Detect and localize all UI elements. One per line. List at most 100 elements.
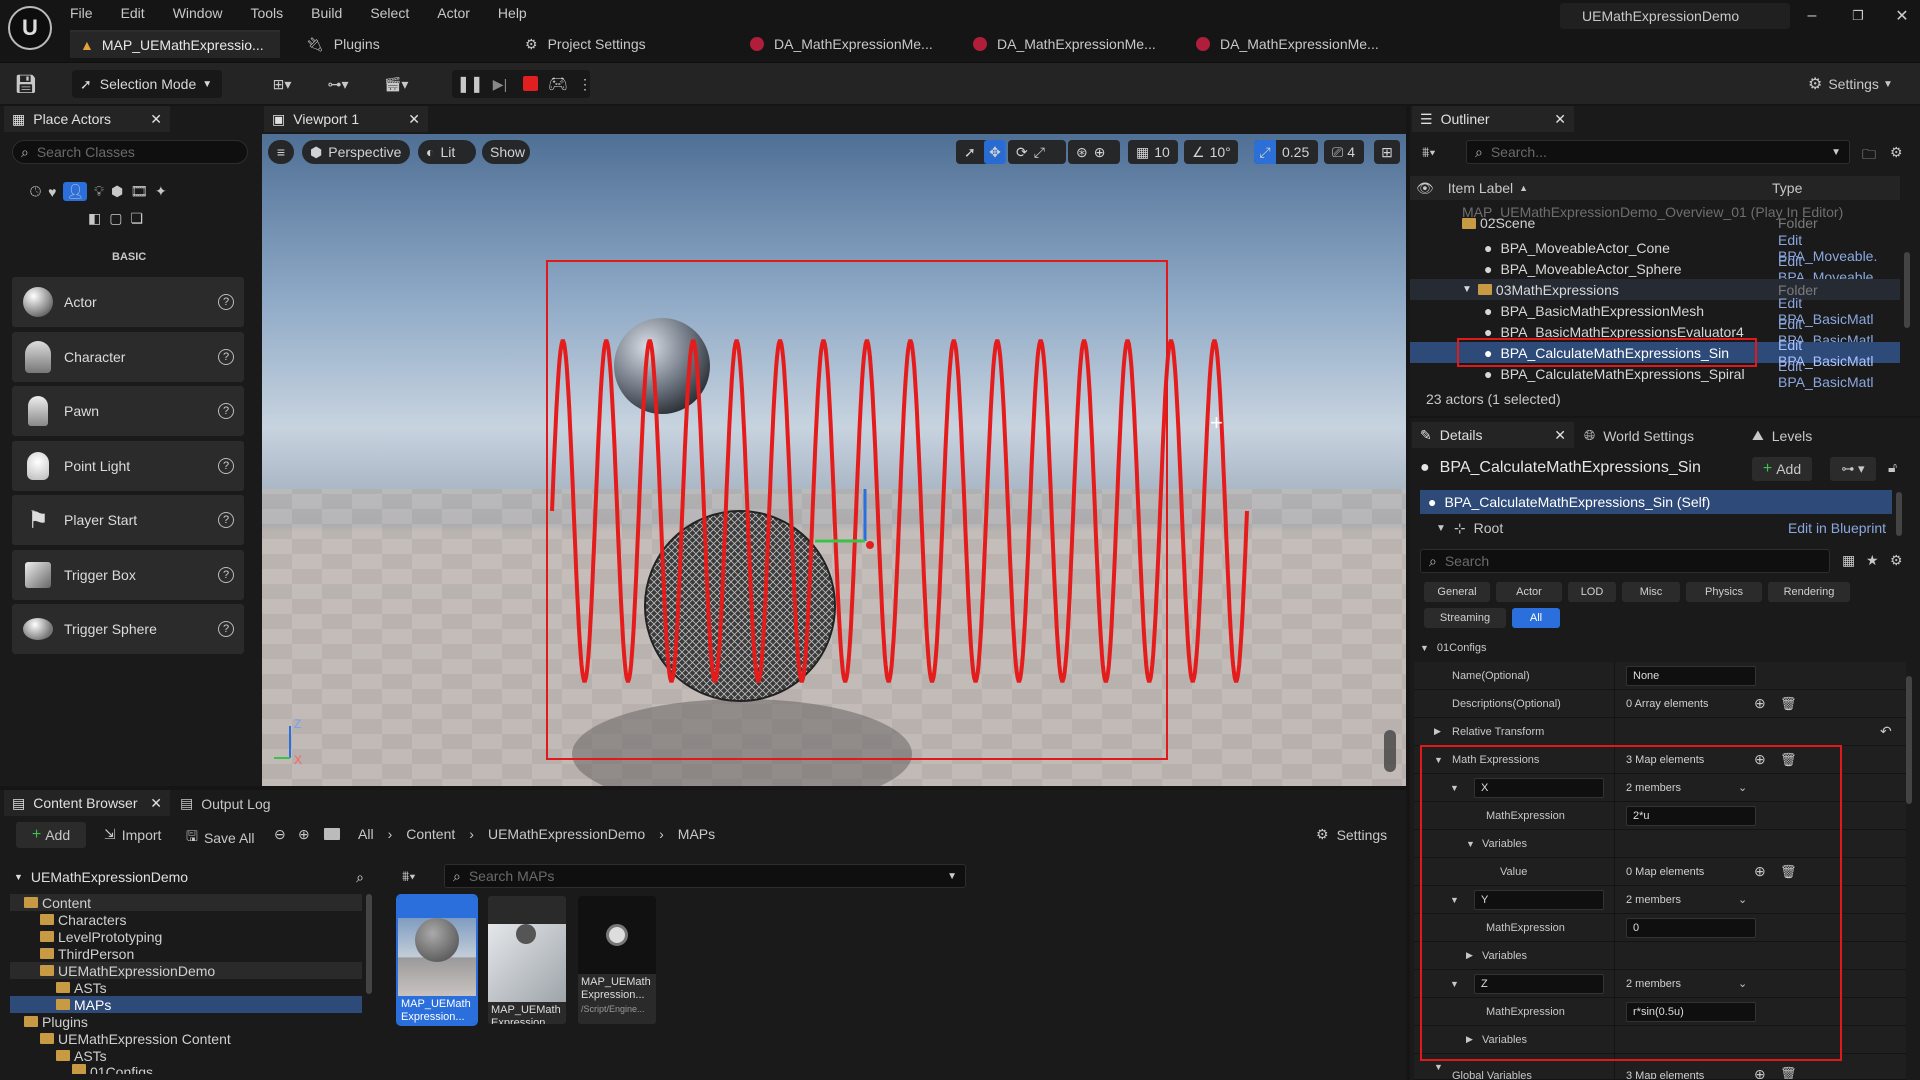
surface-snap-icon[interactable]: ⊛ — [1076, 144, 1088, 161]
outliner-row-sphere[interactable]: ● BPA_MoveableActor_Sphere Edit BPA_Movea… — [1410, 253, 1900, 285]
add-element-icon[interactable]: ⊕ — [1754, 1066, 1766, 1079]
actor-item-trigger-box[interactable]: Trigger Box ? — [12, 550, 244, 600]
edit-in-blueprint-link[interactable]: Edit in Blueprint — [1788, 520, 1886, 536]
category-lod[interactable]: LOD — [1568, 582, 1616, 602]
section-01configs[interactable]: ▼ 01Configs — [1414, 637, 1904, 659]
actor-item-trigger-sphere[interactable]: Trigger Sphere ? — [12, 604, 244, 654]
place-actors-tab[interactable]: ▦ Place Actors ✕ — [4, 106, 170, 132]
components-scrollbar[interactable] — [1896, 492, 1902, 536]
tab-data-asset-3[interactable]: DA_MathExpressionMe... — [1186, 30, 1389, 58]
world-local-icon[interactable]: ⊕ — [1094, 144, 1106, 161]
name-input[interactable]: None — [1626, 665, 1756, 686]
breadcrumb-maps[interactable]: MAPs — [678, 826, 715, 842]
chevron-down-icon[interactable]: ▼ — [1462, 284, 1472, 295]
minimize-icon[interactable]: – — [1800, 6, 1824, 26]
visibility-icon[interactable]: 👁︎ — [1416, 180, 1434, 197]
level-viewport[interactable]: + Z X — [262, 134, 1406, 786]
close-icon[interactable]: ✕ — [150, 795, 162, 812]
content-browser-tab[interactable]: ▤ Content Browser ✕ — [4, 790, 170, 816]
visual-effects-icon[interactable]: ✦ — [155, 183, 167, 200]
close-icon[interactable]: ✕ — [408, 111, 420, 128]
lit-button[interactable]: ◐ Lit — [418, 140, 476, 164]
menu-edit[interactable]: Edit — [121, 5, 145, 21]
lock-icon[interactable]: 🔓︎ — [1888, 459, 1897, 476]
help-icon[interactable]: ? — [218, 512, 234, 528]
help-icon[interactable]: ? — [218, 567, 234, 583]
pause-icon[interactable]: ❚❚ — [457, 74, 484, 94]
tree-item-uemathexpressiondemo[interactable]: UEMathExpressionDemo — [10, 962, 362, 979]
asset-tile-3[interactable]: MAP_UEMath Expression... /Script/Engine.… — [578, 896, 656, 1024]
blueprint-icon[interactable]: ⊶▾ — [318, 74, 358, 94]
prop-relative-transform[interactable]: ▶ Relative Transform ↶ — [1414, 718, 1906, 746]
all-classes-icon[interactable]: ❏ — [130, 210, 143, 227]
save-all-button[interactable]: 🖫︎ Save All — [186, 826, 255, 850]
category-physics[interactable]: Physics — [1686, 582, 1762, 602]
sources-scrollbar[interactable] — [366, 894, 372, 994]
table-view-icon[interactable]: ▦ — [1842, 552, 1855, 569]
world-settings-tab[interactable]: 🌐︎ World Settings — [1584, 427, 1694, 444]
menu-window[interactable]: Window — [173, 5, 223, 21]
tree-item-content[interactable]: Content — [10, 894, 362, 911]
blueprint-options-icon[interactable]: ⊶ ▾ — [1830, 457, 1876, 481]
asset-tile-1[interactable]: MAP_UEMath Expression... Level — [396, 894, 478, 1026]
outliner-scrollbar[interactable] — [1904, 252, 1910, 328]
show-button[interactable]: Show — [482, 140, 530, 164]
close-icon[interactable]: ✕ — [1890, 6, 1914, 26]
component-self-row[interactable]: ● BPA_CalculateMathExpressions_Sin (Self) — [1420, 490, 1892, 514]
help-icon[interactable]: ? — [218, 294, 234, 310]
tree-item-plugin-content[interactable]: UEMathExpression Content — [10, 1030, 362, 1047]
menu-help[interactable]: Help — [498, 5, 527, 21]
output-log-tab[interactable]: ▤ Output Log — [180, 795, 271, 812]
save-icon[interactable]: 💾︎ — [14, 72, 38, 96]
cinematics-icon[interactable]: 🎬︎▾ — [376, 74, 416, 94]
actor-item-actor[interactable]: Actor ? — [12, 277, 244, 327]
search-icon[interactable]: ⌕ — [356, 869, 364, 886]
search-maps-input[interactable]: ⌕ Search MAPs ▼ — [444, 864, 966, 888]
new-folder-icon[interactable]: 🗀︎ — [1862, 144, 1876, 168]
close-icon[interactable]: ✕ — [150, 111, 162, 128]
stop-icon[interactable] — [523, 76, 538, 91]
actor-item-character[interactable]: Character ? — [12, 332, 244, 382]
trash-icon[interactable]: 🗑︎ — [1780, 1066, 1797, 1079]
recent-icon[interactable]: 🕓︎ — [30, 183, 41, 200]
cb-settings-button[interactable]: ⚙ Settings — [1316, 826, 1387, 843]
category-actor[interactable]: Actor — [1496, 582, 1562, 602]
selection-mode-dropdown[interactable]: ➚ Selection Mode ▼ — [72, 70, 222, 98]
tree-item-plugins[interactable]: Plugins — [10, 1013, 362, 1030]
tab-map[interactable]: ▲ MAP_UEMathExpressio... — [70, 30, 280, 58]
add-component-button[interactable]: + Add — [1752, 457, 1812, 481]
import-button[interactable]: ⇲ Import — [104, 826, 161, 843]
col-item-label[interactable]: Item Label — [1448, 180, 1513, 196]
cb-add-button[interactable]: + Add — [16, 822, 86, 848]
grid-snap-button[interactable]: ▦ 10 — [1128, 140, 1178, 164]
unreal-logo-icon[interactable]: U — [8, 6, 52, 50]
asset-tile-2[interactable]: MAP_UEMath Expression... Level — [488, 896, 566, 1024]
tab-project-settings[interactable]: ⚙ Project Settings — [515, 30, 656, 58]
actor-item-player-start[interactable]: ⚑ Player Start ? — [12, 495, 244, 545]
tab-plugins[interactable]: 🔌︎ Plugins — [296, 30, 390, 58]
tree-item-thirdperson[interactable]: ThirdPerson — [10, 945, 362, 962]
component-root-row[interactable]: ▼ ⊹ Root Edit in Blueprint — [1436, 518, 1886, 538]
category-all[interactable]: All — [1512, 608, 1560, 628]
add-content-icon[interactable]: ⊞▾ — [262, 74, 302, 94]
move-tool-icon[interactable]: ✥ — [984, 140, 1006, 164]
help-icon[interactable]: ? — [218, 349, 234, 365]
trash-icon[interactable]: 🗑︎ — [1780, 696, 1797, 712]
settings-button[interactable]: ⚙ Settings ▼ — [1808, 72, 1893, 96]
forward-icon[interactable]: ⊕ — [298, 826, 310, 843]
viewport-scrollbar[interactable] — [1384, 730, 1396, 772]
search-classes-input[interactable]: ⌕ Search Classes — [12, 140, 248, 164]
select-tool-icon[interactable]: ➚ — [964, 144, 976, 161]
tree-item-plugin-asts[interactable]: ASTs — [10, 1047, 362, 1064]
favorites-icon[interactable]: ♥ — [48, 184, 56, 200]
cinematic-icon[interactable]: 🎞︎ — [130, 183, 148, 200]
category-rendering[interactable]: Rendering — [1768, 582, 1850, 602]
step-icon[interactable]: ▶| — [490, 74, 510, 94]
menu-file[interactable]: File — [70, 5, 93, 21]
scale-tool-icon[interactable]: ⤢ — [1034, 144, 1045, 161]
favorites-star-icon[interactable]: ★ — [1866, 552, 1879, 569]
breadcrumb-project[interactable]: UEMathExpressionDemo — [488, 826, 645, 842]
menu-actor[interactable]: Actor — [437, 5, 470, 21]
breadcrumb-content[interactable]: Content — [406, 826, 455, 842]
details-scrollbar[interactable] — [1906, 676, 1912, 804]
